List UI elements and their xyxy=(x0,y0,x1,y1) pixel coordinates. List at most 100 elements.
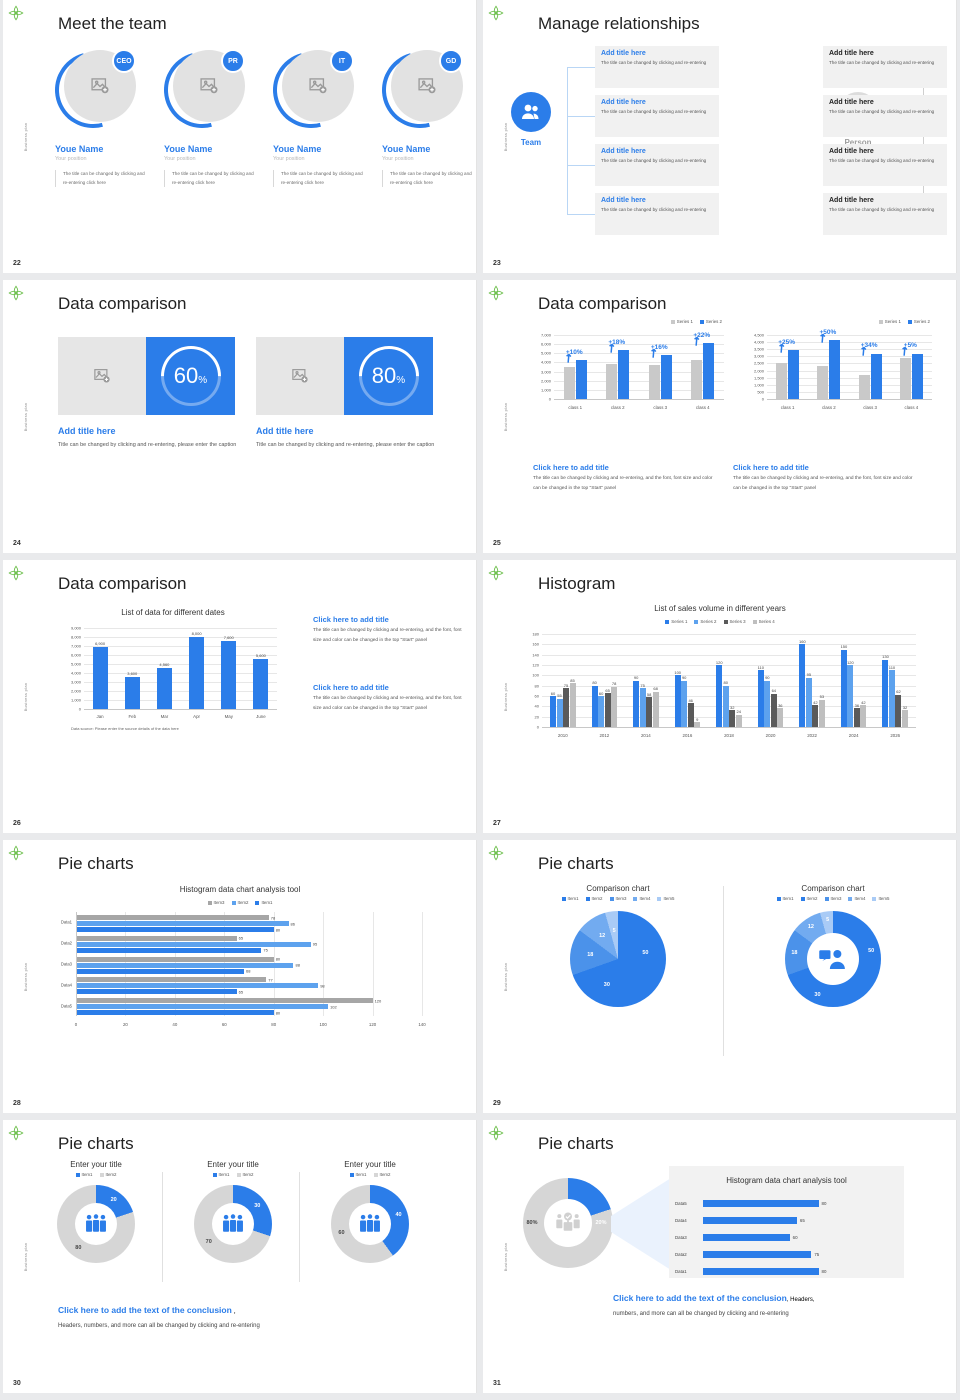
legend-item[interactable]: Item2 xyxy=(99,1172,116,1177)
slide-number: 30 xyxy=(13,1380,21,1387)
legend-swatch xyxy=(609,896,614,901)
bar-value-label: 60 xyxy=(598,690,604,696)
legend-item[interactable]: Item3 xyxy=(207,900,225,905)
chart-bar xyxy=(691,359,703,399)
legend-item[interactable]: Item1 xyxy=(75,1172,93,1177)
legend-item[interactable]: Series 2 xyxy=(907,319,930,324)
blurb-title[interactable]: Click here to add title xyxy=(313,615,465,624)
vertical-deck-label: Business plan xyxy=(502,1242,508,1271)
chart-title: Enter your title xyxy=(70,1160,122,1169)
member-position: Your position xyxy=(273,156,305,162)
legend-item[interactable]: Series 2 xyxy=(699,319,722,324)
relationship-card[interactable]: Add title here The title can be changed … xyxy=(823,95,947,137)
chart-bar xyxy=(901,710,908,727)
comparison-card[interactable]: 60% xyxy=(58,333,235,419)
legend-item[interactable]: Item2 xyxy=(231,900,248,905)
legend-item[interactable]: Series 1 xyxy=(670,319,693,324)
relationship-card[interactable]: Add title here The title can be changed … xyxy=(595,46,719,88)
slide-thumbnail[interactable]: Business plan 30 Pie charts Enter your tit… xyxy=(3,1120,477,1393)
slide-thumbnail[interactable]: Business plan 27 Histogram List of sales v… xyxy=(483,560,957,833)
legend-item[interactable]: Series 1 xyxy=(878,319,901,324)
legend-swatch xyxy=(99,1172,104,1177)
x-axis-tick: 100 xyxy=(319,1022,327,1027)
bar-value-label: 78 xyxy=(611,681,617,687)
chart-plot: 0 20 40 60 80 100 120 140 Data1 78 86 80 Data2 65 95 75… xyxy=(40,908,440,1028)
comparison-card[interactable]: 80% xyxy=(256,333,433,419)
legend-item[interactable]: Item4 xyxy=(848,896,865,901)
slide-thumbnail[interactable]: Business plan 31 Pie charts 20% 80% Histog… xyxy=(483,1120,957,1393)
slide-thumbnail[interactable]: Business plan 28 Pie charts Histogram data… xyxy=(3,840,477,1113)
divider xyxy=(299,1172,300,1282)
conclusion-link[interactable]: Click here to add the text of the conclu… xyxy=(613,1293,787,1303)
percent-panel: 60% xyxy=(146,333,235,419)
chart-bar xyxy=(776,363,788,399)
relationship-card[interactable]: Add title here The title can be changed … xyxy=(823,144,947,186)
blurb-title[interactable]: Click here to add title xyxy=(533,463,718,472)
chart-bar xyxy=(660,355,672,399)
relationship-card[interactable]: Add title here The title can be changed … xyxy=(595,95,719,137)
card-caption: Title can be changed by clicking and re-… xyxy=(256,442,435,448)
callout-wedge xyxy=(611,1178,671,1270)
legend-item[interactable]: Item5 xyxy=(657,896,674,901)
legend-item[interactable]: Series 1 xyxy=(665,619,687,624)
legend-item[interactable]: Series 3 xyxy=(723,619,746,624)
slide-thumbnail[interactable]: Business plan 23 Manage relationships Team… xyxy=(483,0,957,273)
slide-thumbnail[interactable]: Business plan 24 Data comparison 60% Add t… xyxy=(3,280,477,553)
chart-bar xyxy=(611,686,618,727)
image-placeholder[interactable] xyxy=(58,337,146,415)
chart-bar xyxy=(899,357,911,399)
team-member[interactable]: CEO Youe Name Your position The title ca… xyxy=(41,38,147,188)
card-title[interactable]: Add title here xyxy=(256,426,314,436)
team-member[interactable]: PR Youe Name Your position The title can… xyxy=(150,38,256,188)
chart-bar xyxy=(703,1268,819,1275)
legend-item[interactable]: Item3 xyxy=(609,896,626,901)
conclusion-link[interactable]: Click here to add the text of the conclu… xyxy=(58,1305,232,1315)
image-placeholder[interactable] xyxy=(256,337,344,415)
donut-chart: 30 70 xyxy=(194,1185,272,1263)
legend-item[interactable]: Item2 xyxy=(373,1172,390,1177)
relationship-card[interactable]: Add title here The title can be changed … xyxy=(595,193,719,235)
legend-item[interactable]: Item1 xyxy=(561,896,579,901)
legend-item[interactable]: Series 2 xyxy=(694,619,717,624)
chart-bar xyxy=(189,637,205,709)
slide-thumbnail[interactable]: Business plan 26 Data comparison List of d… xyxy=(3,560,477,833)
legend-item[interactable]: Series 4 xyxy=(752,619,775,624)
page-title: Data comparison xyxy=(538,294,667,313)
x-axis-tick: 20 xyxy=(122,1022,128,1027)
role-badge: PR xyxy=(221,49,245,73)
legend-item[interactable]: Item5 xyxy=(872,896,889,901)
conclusion-body: numbers, and more can all be changed by … xyxy=(613,1311,789,1317)
y-axis-label: Data1 xyxy=(60,919,72,925)
card-body: The title can be changed by clicking and… xyxy=(829,158,935,163)
x-axis-label: class 2 xyxy=(610,405,625,410)
legend-item[interactable]: Item2 xyxy=(800,896,818,901)
chart-title: Comparison chart xyxy=(586,884,650,893)
legend-item[interactable]: Item1 xyxy=(776,896,794,901)
chart-bar xyxy=(76,998,373,1004)
legend-item[interactable]: Item4 xyxy=(633,896,650,901)
chart-bar xyxy=(221,640,237,709)
legend-item[interactable]: Item1 xyxy=(255,900,272,905)
legend-item[interactable]: Item1 xyxy=(212,1172,230,1177)
avatar: IT xyxy=(259,38,363,142)
card-title[interactable]: Add title here xyxy=(58,426,116,436)
slide-thumbnail[interactable]: Business plan 22 Meet the team CEO Youe Na… xyxy=(3,0,477,273)
team-member[interactable]: GD Youe Name Your position The title can… xyxy=(368,38,474,188)
relationship-card[interactable]: Add title here The title can be changed … xyxy=(595,144,719,186)
legend-item[interactable]: Item2 xyxy=(236,1172,253,1177)
relationship-card[interactable]: Add title here The title can be changed … xyxy=(823,193,947,235)
slide-thumbnail[interactable]: Business plan 29 Pie charts Comparison cha… xyxy=(483,840,957,1113)
team-member[interactable]: IT Youe Name Your position The title can… xyxy=(259,38,365,188)
blurb-title[interactable]: Click here to add title xyxy=(733,463,918,472)
legend-swatch xyxy=(255,900,260,905)
chart-bar xyxy=(76,956,274,962)
bar-value-label: 68 xyxy=(246,968,251,974)
blurb: Click here to add title The title can be… xyxy=(733,463,918,493)
blurb-title[interactable]: Click here to add title xyxy=(313,683,465,692)
legend-item[interactable]: Item1 xyxy=(349,1172,367,1177)
relationship-card[interactable]: Add title here The title can be changed … xyxy=(823,46,947,88)
legend-item[interactable]: Item3 xyxy=(824,896,841,901)
slide-thumbnail[interactable]: Business plan 25 Data comparison Series 1S… xyxy=(483,280,957,553)
chart-bar xyxy=(777,708,784,727)
legend-item[interactable]: Item2 xyxy=(585,896,603,901)
